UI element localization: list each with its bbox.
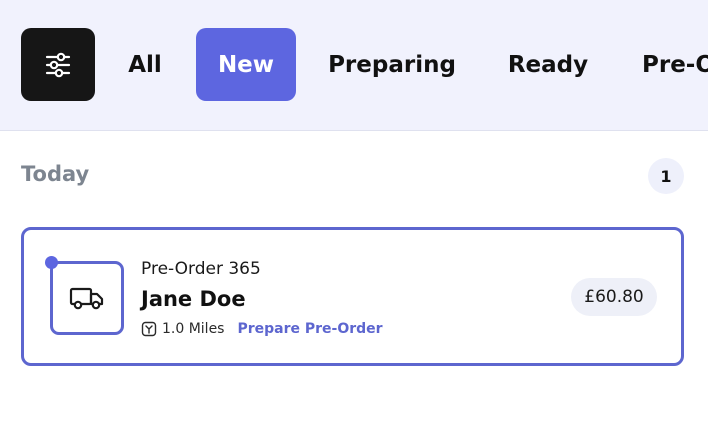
tab-ready[interactable]: Ready (490, 28, 606, 101)
order-card[interactable]: Pre-Order 365 Jane Doe 1.0 Miles Prepare… (21, 227, 684, 366)
tab-preparing[interactable]: Preparing (314, 28, 470, 101)
filter-button[interactable] (21, 28, 95, 101)
status-tab-bar: All New Preparing Ready Pre-Order (0, 0, 708, 131)
order-type-icon-box (50, 261, 124, 335)
customer-name: Jane Doe (141, 287, 246, 311)
tab-all[interactable]: All (112, 28, 178, 101)
tab-new[interactable]: New (196, 28, 296, 101)
order-reference: Pre-Order 365 (141, 259, 261, 279)
tab-pre-order[interactable]: Pre-Order (642, 28, 708, 101)
sliders-icon (45, 52, 71, 77)
order-count-badge: 1 (648, 158, 684, 194)
delivery-truck-icon (69, 287, 104, 310)
new-order-dot (45, 256, 58, 269)
section-title: Today (21, 162, 90, 186)
order-price: £60.80 (571, 278, 657, 316)
route-icon (141, 321, 157, 337)
prepare-pre-order-link[interactable]: Prepare Pre-Order (237, 321, 382, 337)
order-meta-row: 1.0 Miles Prepare Pre-Order (141, 321, 383, 337)
distance-text: 1.0 Miles (162, 321, 225, 337)
